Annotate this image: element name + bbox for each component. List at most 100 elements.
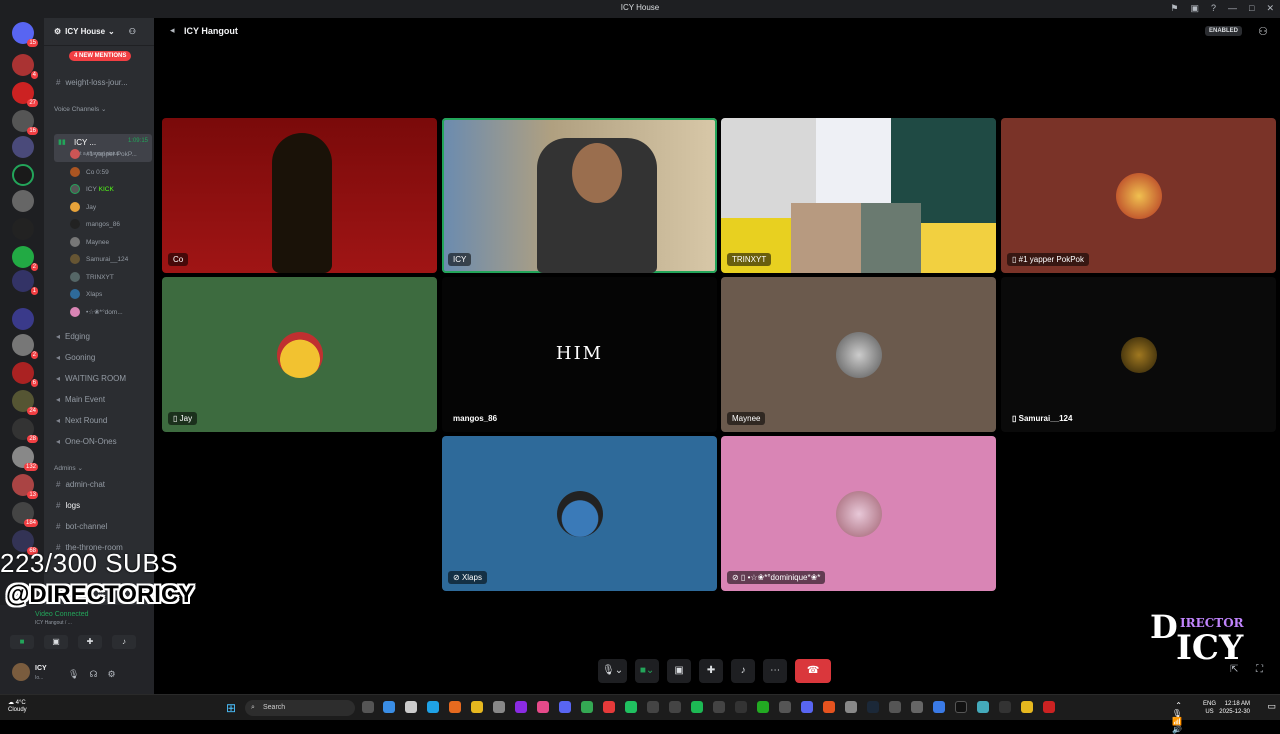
app-icon[interactable] (383, 701, 395, 713)
more-button[interactable]: ⋯ (763, 659, 788, 683)
inbox-icon[interactable]: ⚑ (1170, 3, 1178, 14)
voice-member[interactable]: Jay (70, 202, 96, 212)
mentions-badge[interactable]: 4 NEW MENTIONS (69, 51, 132, 61)
close-button[interactable]: ✕ (1266, 3, 1274, 14)
taskbar-search[interactable]: ⌕ Search (245, 700, 355, 716)
minimize-button[interactable]: — (1228, 3, 1237, 14)
notification-icon[interactable]: ▭ (1267, 701, 1276, 712)
app-icon[interactable] (647, 701, 659, 713)
channel-logs[interactable]: # logs (56, 501, 80, 510)
voice-member[interactable]: Maynee (70, 237, 109, 247)
task-view-icon[interactable] (362, 701, 374, 713)
windows-start-icon[interactable]: ⊞ (226, 701, 236, 715)
video-tile-xlaps[interactable]: ⊘ Xlaps (442, 436, 717, 591)
soundboard-button[interactable]: ♪ (731, 659, 756, 683)
app-icon[interactable] (823, 701, 835, 713)
server-icon[interactable] (12, 136, 34, 158)
app-icon[interactable] (977, 701, 989, 713)
app-icon[interactable] (757, 701, 769, 713)
app-icon[interactable] (1043, 701, 1055, 713)
channel-one-on-ones[interactable]: ◂ One-ON-Ones (56, 437, 117, 446)
system-tray[interactable]: ⌃ 🎙 📶 🔊 ENG US 12:18 AM 2025-12-30 (1172, 700, 1268, 734)
app-icon[interactable] (405, 701, 417, 713)
maximize-button[interactable]: □ (1249, 3, 1254, 14)
microphone-button[interactable]: 🎙⌄ (598, 659, 628, 683)
avatar[interactable] (12, 663, 30, 681)
app-icon[interactable] (625, 701, 637, 713)
app-icon[interactable] (889, 701, 901, 713)
soundboard-icon[interactable]: ♪ (112, 635, 136, 649)
video-tile-dominique[interactable]: ⊘ ▯ •☆❀*°dominique*❀* (721, 436, 996, 591)
app-icon[interactable] (845, 701, 857, 713)
channel-main-event[interactable]: ◂ Main Event (56, 395, 105, 404)
server-icon[interactable]: 13 (12, 474, 38, 499)
server-icon[interactable]: 132 (12, 446, 38, 471)
channel-gooning[interactable]: ◂ Gooning (56, 353, 95, 362)
enabled-badge[interactable]: ENABLED (1204, 26, 1242, 36)
screen-share-button[interactable]: ▣ (667, 659, 692, 683)
app-icon[interactable] (911, 701, 923, 713)
server-icon[interactable]: 27 (12, 82, 38, 107)
app-icon[interactable] (1021, 701, 1033, 713)
screen-share-icon[interactable]: ▣ (44, 635, 68, 649)
home-icon[interactable]: 15 (12, 22, 38, 47)
channel-edging[interactable]: ◂ Edging (56, 332, 90, 341)
help-icon[interactable]: ? (1211, 3, 1216, 14)
video-tile-trinxyt[interactable]: TRINXYT (721, 118, 996, 273)
app-icon[interactable] (735, 701, 747, 713)
edge-icon[interactable] (427, 701, 439, 713)
app-icon[interactable] (779, 701, 791, 713)
server-icon[interactable]: 184 (12, 502, 38, 527)
activities-icon[interactable]: ✚ (78, 635, 102, 649)
channel-weight-loss[interactable]: # weight-loss-jour... (56, 78, 128, 87)
server-icon[interactable] (12, 164, 34, 186)
category-voice[interactable]: Voice Channels ⌄ (54, 105, 106, 113)
chrome-icon[interactable] (581, 701, 593, 713)
members-icon[interactable]: ⚇ (1258, 25, 1268, 38)
server-icon[interactable] (12, 308, 34, 330)
channel-waiting-room[interactable]: ◂ WAITING ROOM (56, 374, 126, 383)
channel-admin-chat[interactable]: # admin-chat (56, 480, 105, 489)
video-tile-maynee[interactable]: Maynee (721, 277, 996, 432)
gear-icon[interactable]: ⚙ (107, 669, 115, 680)
channel-bot-channel[interactable]: # bot-channel (56, 522, 107, 531)
server-header[interactable]: ⚙ ICY House ⌄ ⚇ (44, 18, 154, 46)
camera-button[interactable]: ■⌄ (635, 659, 660, 683)
voice-member[interactable]: Co 0:59 (70, 167, 109, 177)
discord-icon[interactable] (559, 701, 571, 713)
server-icon[interactable]: 6 (12, 362, 38, 387)
app-icon[interactable] (603, 701, 615, 713)
server-icon[interactable]: 2 (12, 246, 38, 271)
app-icon[interactable] (537, 701, 549, 713)
video-tile-samurai[interactable]: ▯ Samurai__124 (1001, 277, 1276, 432)
firefox-icon[interactable] (449, 701, 461, 713)
headphones-icon[interactable]: ☊ (89, 669, 97, 680)
app-icon[interactable] (493, 701, 505, 713)
app-icon[interactable] (515, 701, 527, 713)
server-icon[interactable]: 2 (12, 334, 38, 359)
voice-member[interactable]: Samurai__124 (70, 254, 128, 264)
spotify-icon[interactable] (691, 701, 703, 713)
server-icon[interactable]: 16 (12, 110, 38, 135)
voice-member[interactable]: mangos_86 (70, 219, 120, 229)
add-member-icon[interactable]: ⚇ (129, 27, 136, 36)
weather-widget[interactable]: ☁ 4°C Cloudy (8, 700, 27, 714)
voice-member[interactable]: TRINXYT (70, 272, 114, 282)
video-tile-jay[interactable]: ▯ Jay (162, 277, 437, 432)
fullscreen-icon[interactable]: ⛶ (1256, 664, 1263, 675)
steam-icon[interactable] (867, 701, 879, 713)
voice-member[interactable]: Xlaps (70, 289, 102, 299)
video-tile-mangos[interactable]: HIM mangos_86 (442, 277, 717, 432)
category-admins[interactable]: Admins ⌄ (54, 464, 83, 472)
app-icon[interactable] (669, 701, 681, 713)
voice-member[interactable]: #1 yapper PokP... (70, 149, 137, 159)
server-icon[interactable] (12, 190, 34, 212)
video-tile-icy[interactable]: ICY (442, 118, 717, 273)
app-icon[interactable] (999, 701, 1011, 713)
app-icon[interactable] (933, 701, 945, 713)
app-icon[interactable] (713, 701, 725, 713)
voice-member[interactable]: •☆❀*°dom... (70, 307, 123, 317)
server-icon[interactable]: 28 (12, 418, 38, 443)
server-icon[interactable]: 4 (12, 54, 38, 79)
server-icon[interactable]: 1 (12, 270, 38, 295)
